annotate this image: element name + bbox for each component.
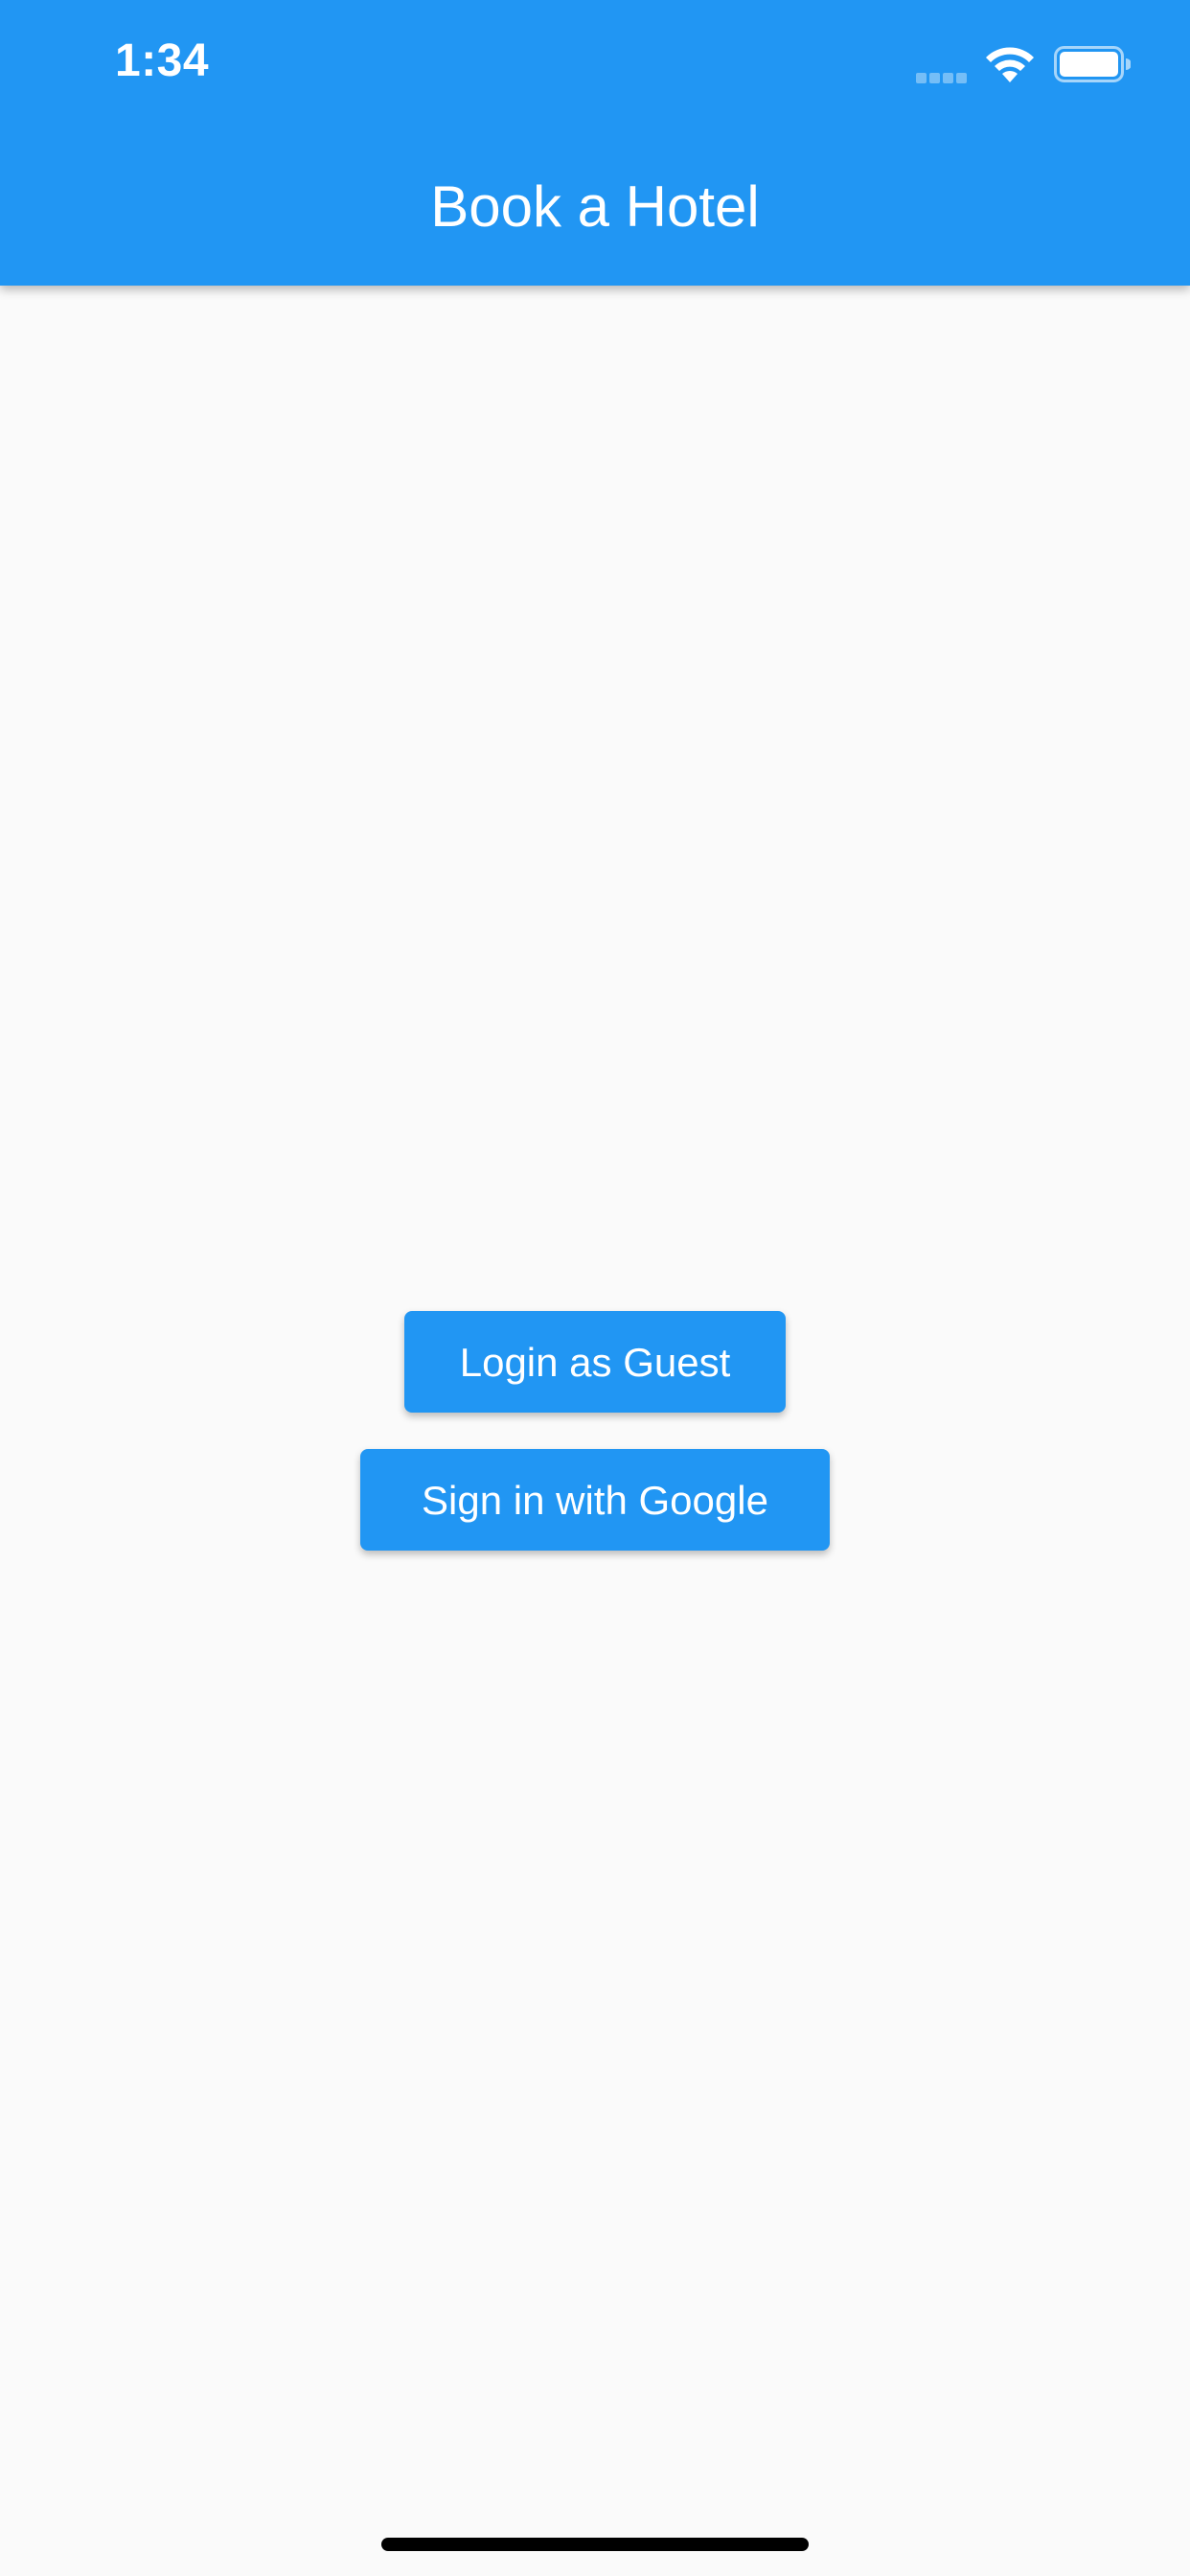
app-screen: 1:34 Book a Hotel Login as Guest Sign in…	[0, 0, 1190, 2576]
battery-icon	[1054, 46, 1131, 82]
home-indicator	[381, 2538, 809, 2551]
page-title: Book a Hotel	[430, 174, 760, 239]
sign-in-with-google-button[interactable]: Sign in with Google	[360, 1449, 830, 1551]
status-time: 1:34	[115, 35, 210, 86]
app-bar: 1:34 Book a Hotel	[0, 0, 1190, 286]
wifi-icon	[986, 47, 1034, 82]
signal-icon	[916, 71, 970, 83]
login-as-guest-button[interactable]: Login as Guest	[404, 1311, 786, 1413]
